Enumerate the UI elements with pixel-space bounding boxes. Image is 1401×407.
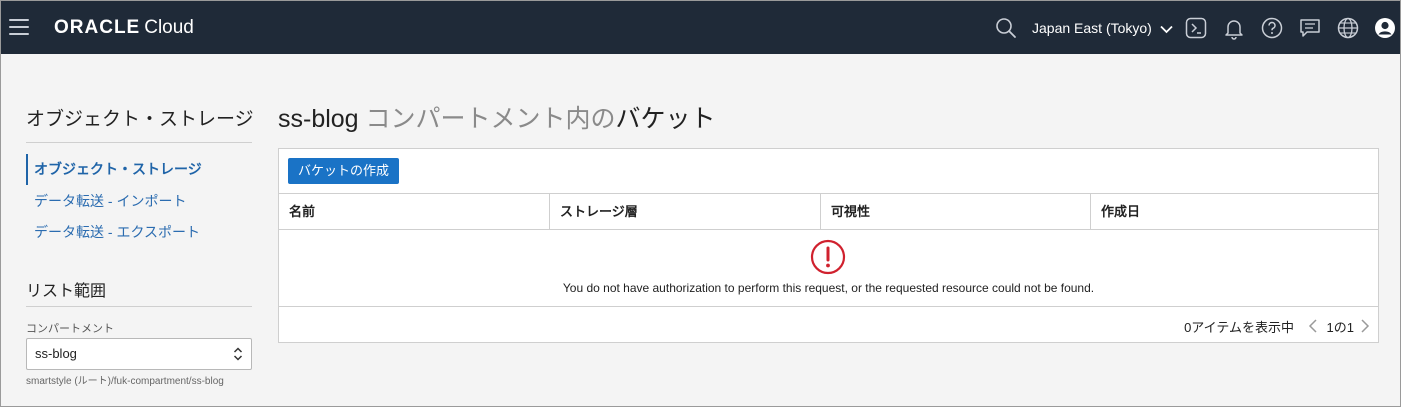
page-indicator: 1の1 (1326, 320, 1354, 335)
help-icon[interactable] (1260, 16, 1284, 40)
compartment-value: ss-blog (35, 346, 77, 361)
region-label: Japan East (Tokyo) (1032, 20, 1152, 36)
globe-icon[interactable] (1336, 16, 1360, 40)
menu-icon[interactable] (9, 19, 29, 35)
chevron-down-icon (1160, 25, 1173, 34)
pagination-bar: 0アイテムを表示中 1の1 (279, 306, 1378, 343)
list-scope-title: リスト範囲 (26, 283, 107, 300)
user-icon[interactable] (1373, 16, 1397, 40)
table-header: 名前 ストレージ層 可視性 作成日 (279, 193, 1378, 230)
column-header-storage-tier[interactable]: ストレージ層 (549, 194, 820, 230)
cloud-shell-icon[interactable] (1184, 16, 1208, 40)
top-navigation-bar: ORACLE Cloud Japan East (Tokyo) (1, 1, 1400, 54)
item-count-text: 0アイテムを表示中 (1184, 320, 1294, 335)
page-title-middle: コンパートメント内の (358, 105, 616, 133)
page-title: ss-blog コンパートメント内のバケット (278, 99, 716, 135)
scope-divider (26, 306, 252, 307)
sidebar-title: オブジェクト・ストレージ (26, 109, 254, 130)
error-icon (810, 239, 846, 275)
create-bucket-button[interactable]: バケットの作成 (288, 158, 400, 184)
page-title-compartment: ss-blog (278, 105, 359, 133)
oracle-cloud-logo[interactable]: ORACLE Cloud (54, 17, 194, 39)
chevron-left-icon[interactable] (1308, 318, 1318, 334)
chevron-right-icon[interactable] (1360, 318, 1370, 334)
bell-icon[interactable] (1222, 16, 1246, 40)
chat-icon[interactable] (1298, 16, 1322, 40)
buckets-panel: バケットの作成 名前 ストレージ層 可視性 作成日 You do not hav… (278, 148, 1379, 343)
error-message: You do not have authorization to perform… (562, 281, 1095, 295)
sidebar-item-data-transfer-export[interactable]: データ転送 - エクスポート (26, 217, 252, 248)
column-header-created[interactable]: 作成日 (1090, 194, 1378, 230)
brand-oracle-text: ORACLE (54, 17, 141, 38)
region-selector[interactable]: Japan East (Tokyo) (1032, 20, 1173, 36)
select-updown-icon (233, 347, 243, 361)
column-header-visibility[interactable]: 可視性 (820, 194, 1090, 230)
sidebar-divider (26, 142, 252, 143)
compartment-path: smartstyle (ルート)/fuk-compartment/ss-blog (26, 376, 224, 387)
sidebar-item-data-transfer-import[interactable]: データ転送 - インポート (26, 186, 252, 217)
compartment-select[interactable]: ss-blog (26, 338, 252, 370)
brand-cloud-text: Cloud (144, 17, 194, 38)
sidebar-item-object-storage[interactable]: オブジェクト・ストレージ (26, 154, 252, 185)
page-title-end: バケット (615, 105, 716, 133)
compartment-label: コンパートメント (26, 323, 114, 335)
search-icon[interactable] (994, 16, 1018, 40)
column-header-name[interactable]: 名前 (279, 194, 549, 230)
